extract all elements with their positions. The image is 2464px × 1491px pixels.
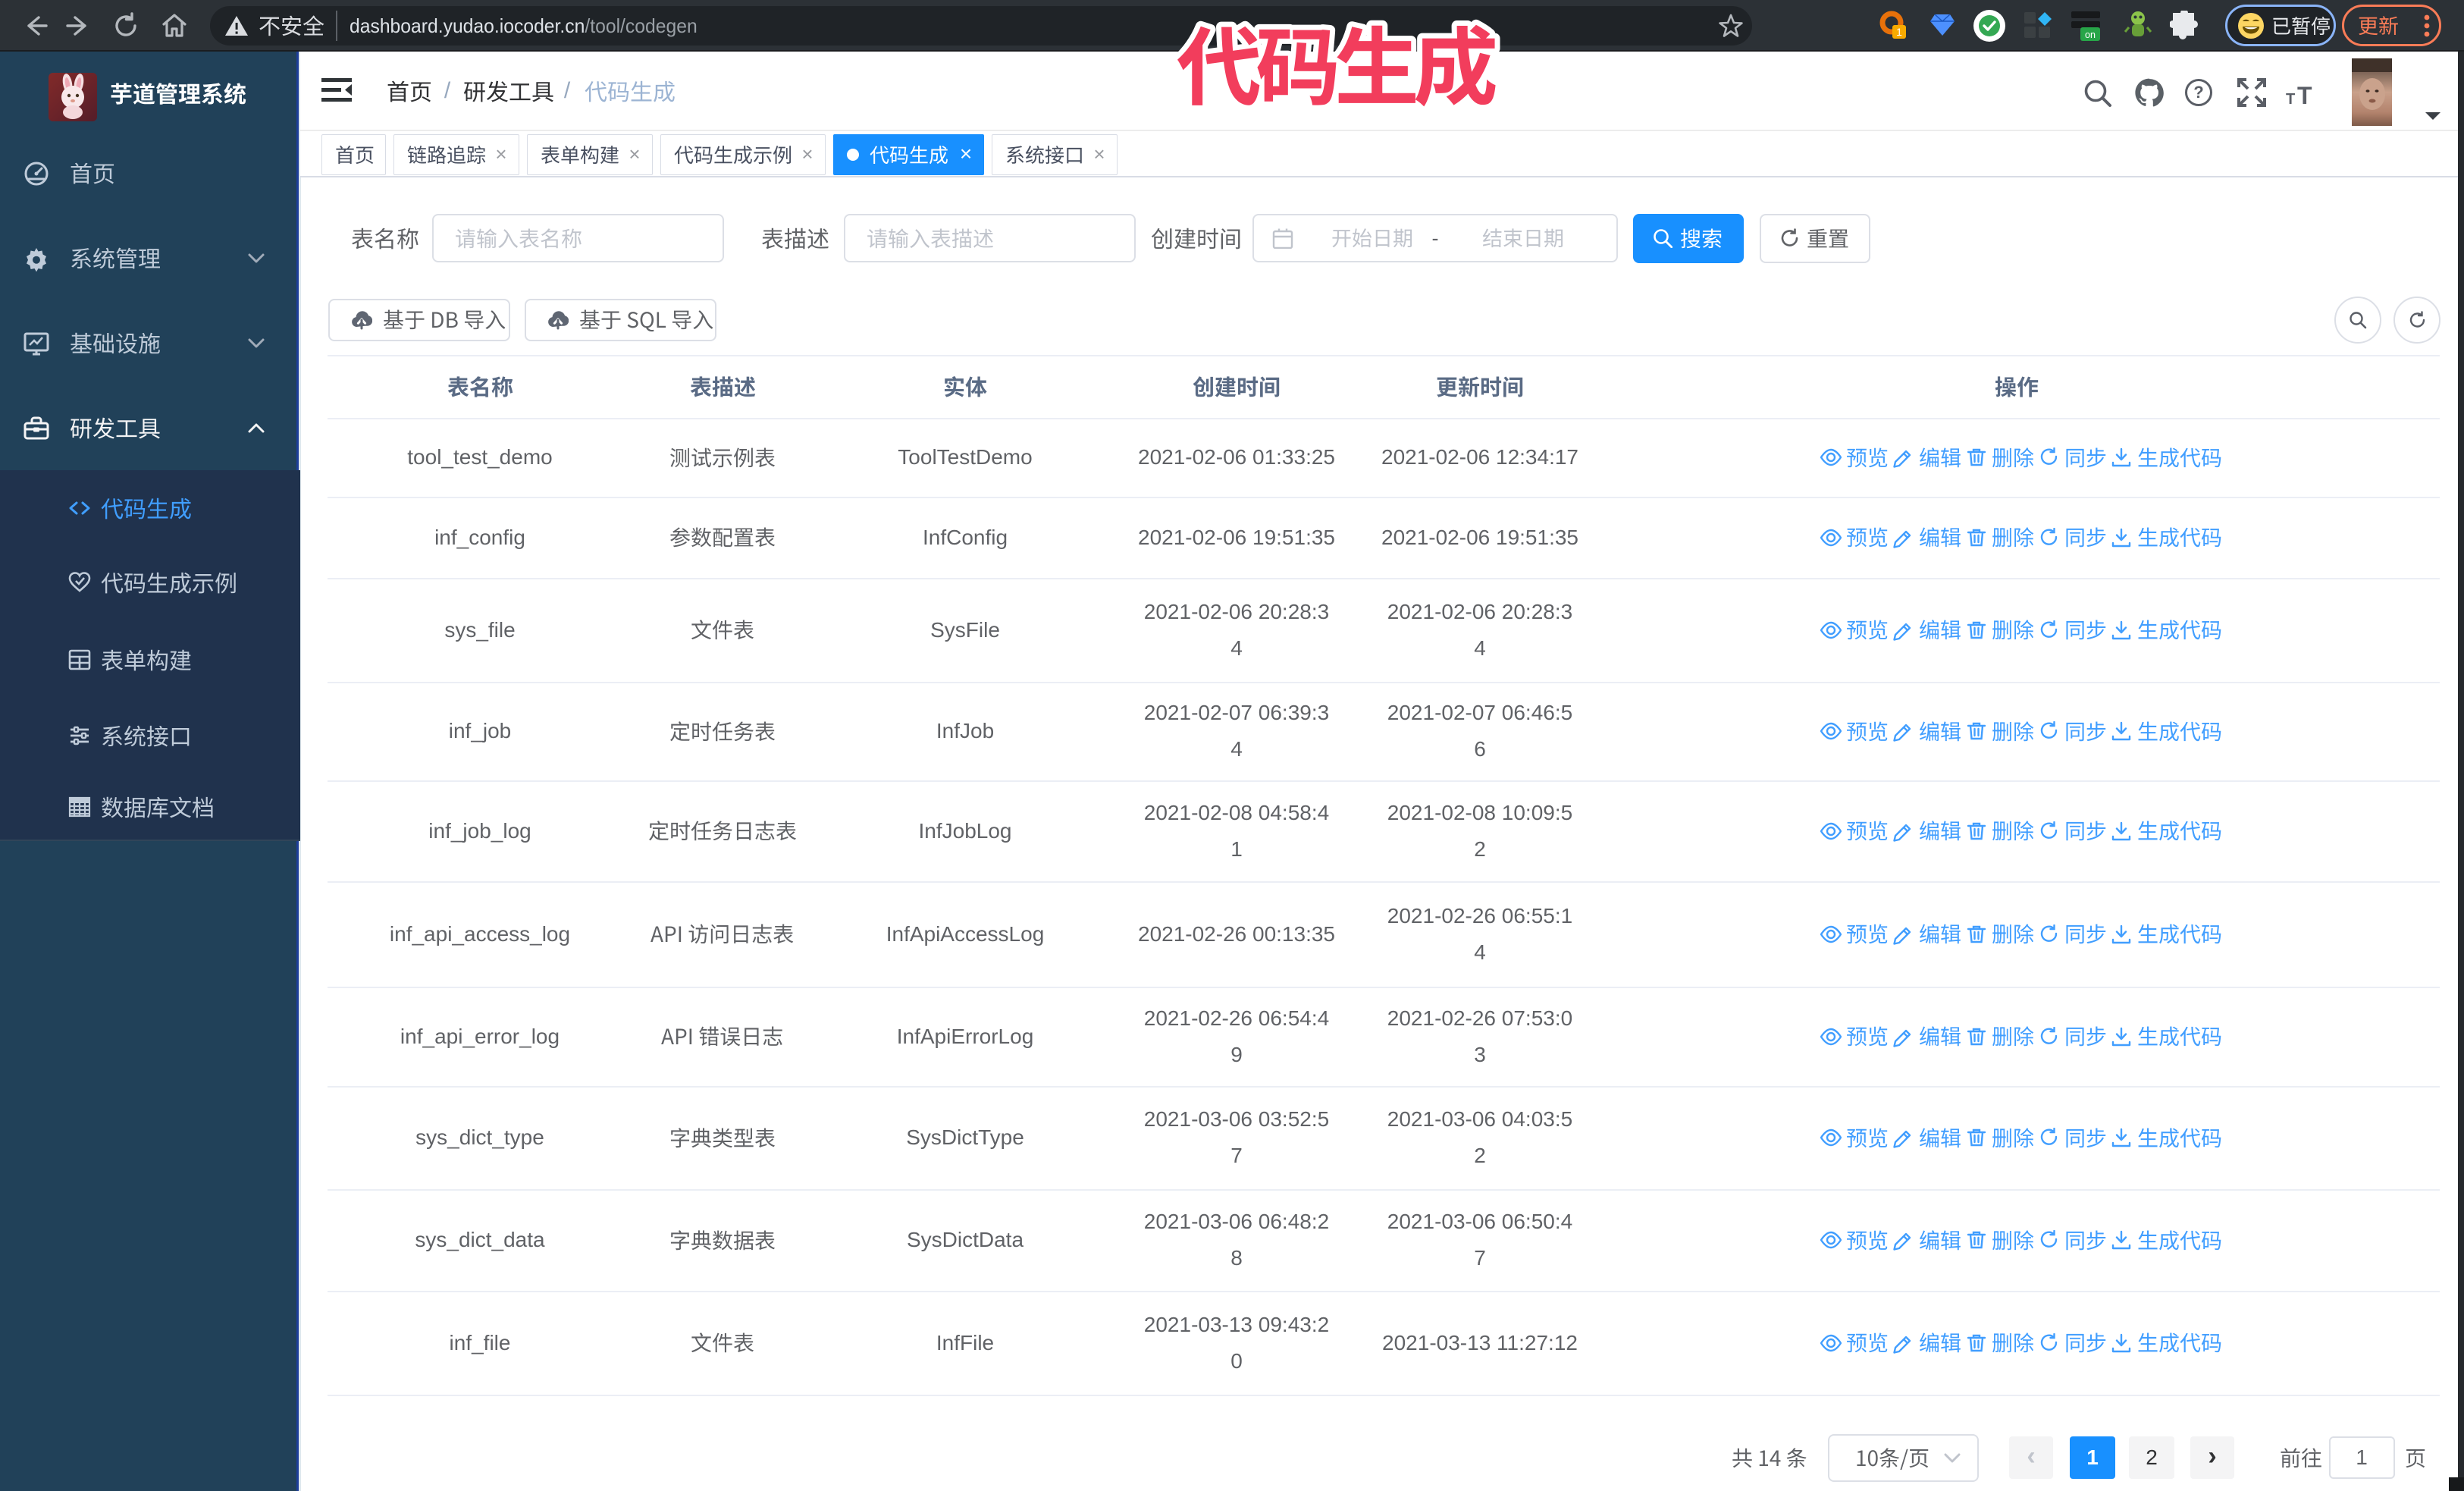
svg-text:1: 1 [1896, 26, 1902, 38]
svg-text:T: T [2297, 82, 2312, 106]
svg-text:on: on [2085, 30, 2096, 40]
svg-text:T: T [2286, 91, 2295, 106]
svg-text:?: ? [2193, 83, 2203, 102]
